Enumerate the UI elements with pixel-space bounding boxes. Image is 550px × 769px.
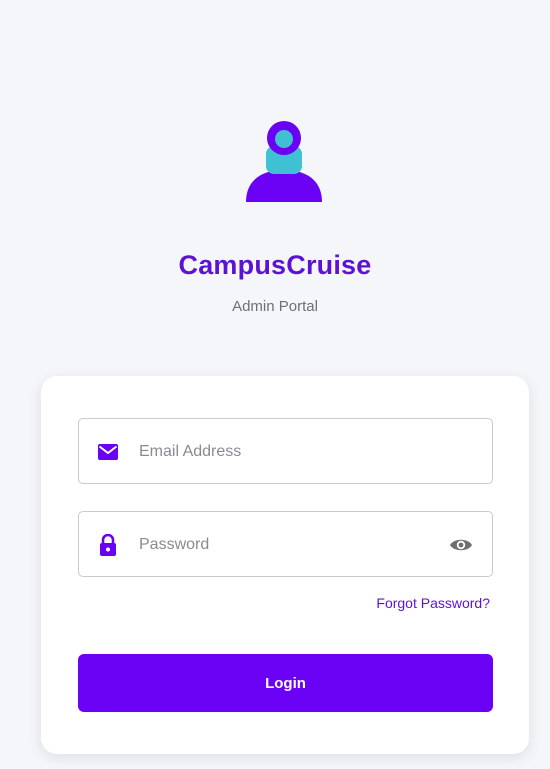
login-button[interactable]: Login <box>78 654 493 712</box>
app-title: CampusCruise <box>178 250 372 280</box>
app-subtitle: Admin Portal <box>232 298 318 315</box>
email-field[interactable] <box>78 418 493 484</box>
login-card: Forgot Password? Login <box>41 376 529 754</box>
eye-icon[interactable] <box>448 533 474 557</box>
envelope-icon <box>97 441 119 463</box>
user-avatar-icon <box>246 121 322 202</box>
password-input[interactable] <box>139 526 439 564</box>
email-input[interactable] <box>139 433 439 471</box>
password-field[interactable] <box>78 511 493 577</box>
logo <box>238 118 330 204</box>
forgot-password-link[interactable]: Forgot Password? <box>376 595 490 611</box>
lock-icon <box>97 534 119 556</box>
